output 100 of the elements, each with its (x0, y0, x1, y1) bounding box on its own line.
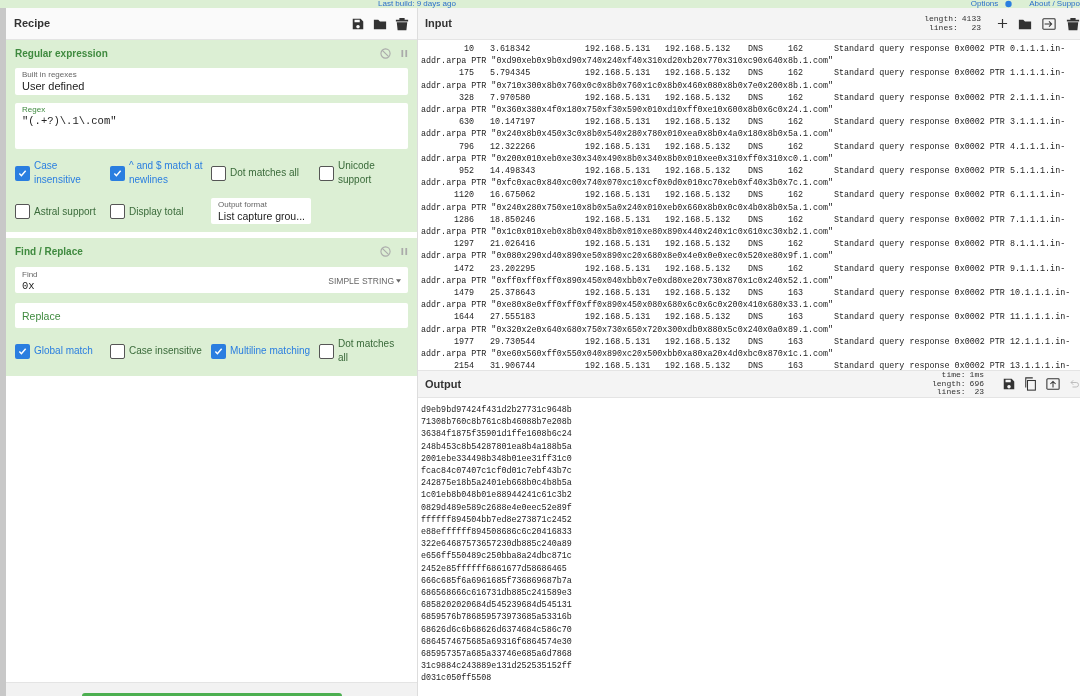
source-address: 192.168.5.131 (585, 189, 652, 202)
trash-icon[interactable] (395, 16, 409, 31)
destination-address: 192.168.5.132 (665, 360, 732, 370)
panel-title: Output (425, 376, 462, 392)
checkbox-label: Astral support (34, 204, 96, 219)
checkbox[interactable] (211, 165, 226, 181)
checkbox[interactable] (110, 343, 125, 359)
checkbox[interactable] (15, 203, 30, 219)
frame-info-continuation: addr.arpa PTR "0x360x380x4f0x180x750xf30x590x010xd10xff0xe10x600x8b0x6c0x24.1.com" (421, 104, 835, 117)
frame-number: 1297 (452, 238, 474, 251)
frame-number: 1120 (452, 189, 474, 202)
frame-info-continuation: addr.arpa PTR "0x240x8b0x450x3c0x8b0x540x280x780x010xea0x8b0x4a0x180x8b0x5a.1.com" (421, 128, 835, 141)
output-line: fcac84c07407c1cf0d01c7ebf43b7c (421, 465, 573, 478)
protocol: DNS (748, 238, 765, 251)
output-line: 685957357a685a33746e685a6d7868 (421, 648, 573, 661)
checkbox[interactable] (110, 203, 125, 219)
frame-number: 952 (457, 165, 474, 178)
source-address: 192.168.5.131 (585, 238, 652, 251)
destination-address: 192.168.5.132 (665, 165, 732, 178)
protocol: DNS (748, 189, 765, 202)
output-line: d9eb9bd97424f431d2b27731c9648b (421, 404, 573, 417)
protocol: DNS (748, 335, 765, 349)
output-format-select[interactable]: Output format List capture grou... (211, 198, 311, 224)
build-info: Last build: 9 days ago (378, 0, 456, 8)
regex-field[interactable]: Regex "(.+?)\.1\.com" (15, 103, 408, 149)
save-icon[interactable] (351, 16, 365, 31)
protocol: DNS (748, 262, 765, 275)
frame-info: Standard query response 0x0002 PTR 12.1.1.1.in- (834, 335, 1071, 349)
frame-info-continuation: addr.arpa PTR "0xff0xff0xff0x890x450x040xbb0x7e0xd80xe20x730x870x1c0x240x52.1.com" (421, 274, 835, 288)
protocol: DNS (748, 67, 765, 80)
frame-number: 175 (457, 67, 474, 80)
output-line: e656ff550489c250bba8a24dbc871c (421, 550, 573, 563)
frame-time: 12.322266 (490, 140, 537, 153)
frame-time: 23.202295 (490, 262, 537, 275)
options-link[interactable]: Options (970, 0, 999, 8)
frame-time: 14.498343 (490, 165, 537, 178)
checkbox[interactable] (319, 165, 334, 181)
destination-address: 192.168.5.132 (665, 262, 732, 275)
output-line: 6859576b786859573973685a53316b (421, 611, 573, 624)
source-address: 192.168.5.131 (585, 213, 652, 227)
checkbox[interactable] (319, 343, 334, 359)
frame-info-continuation: addr.arpa PTR "0xfc0xac0x840xc00x740x070xc10xcf0x0d0x010xc70xeb0xf40x3b0x7c.1.com" (421, 177, 834, 190)
output-line: 0829d489e589c2688e4e0eec52e89f (421, 501, 573, 514)
frame-info: Standard query response 0x0002 PTR 2.1.1.1.in- (834, 91, 1066, 104)
output-line: 666c685f6a6961685f736869687b7a (421, 574, 573, 588)
checkbox[interactable] (15, 165, 30, 181)
frame-info-continuation: addr.arpa PTR "0x240x280x750xe10x8b0x5a0x240x010xeb0x660x8b0x0c0x4b0x8b0x5a.1.com" (421, 201, 835, 214)
source-address: 192.168.5.131 (585, 311, 652, 324)
frame-number: 10 (462, 43, 474, 56)
output-line: 686568666c616731db885c241589e3 (421, 587, 573, 600)
checkbox[interactable] (110, 165, 125, 181)
checkbox-label: Dot matches all (338, 337, 396, 365)
checkbox[interactable] (211, 343, 226, 359)
built-in-regex-select[interactable]: Built in regexes User defined (15, 68, 408, 95)
trash-icon[interactable] (1066, 16, 1080, 31)
checkbox-label: Case insensitive (129, 344, 202, 358)
checkbox[interactable] (15, 343, 30, 359)
output-line: 68626d6c6b68626d6374684c586c70 (421, 623, 573, 636)
frame-number: 796 (457, 140, 474, 153)
frame-info: Standard query response 0x0002 PTR 5.1.1.1.in- (834, 165, 1066, 178)
checkbox-label: Case insensitive (34, 159, 82, 187)
mode-dropdown[interactable]: SIMPLE STRING (328, 274, 401, 288)
frame-info: Standard query response 0x0002 PTR 10.1.1.1.in- (834, 287, 1071, 300)
stat-label: lines: (929, 23, 958, 32)
destination-address: 192.168.5.132 (665, 335, 732, 349)
frame-time: 7.970580 (490, 91, 532, 104)
frame-length: 162 (788, 91, 805, 104)
protocol: DNS (748, 213, 765, 227)
frame-length: 163 (788, 360, 805, 370)
protocol: DNS (748, 360, 765, 370)
replace-field[interactable]: Replace (15, 303, 408, 328)
save-icon[interactable] (1002, 377, 1016, 391)
output-line: 2001ebe334498b348b01ee31ff31c0 (421, 452, 573, 465)
operation-title: Regular expression (15, 46, 108, 61)
source-address: 192.168.5.131 (585, 91, 652, 104)
frame-time: 10.147197 (490, 116, 537, 129)
output-line: 36384f1875f35901d1ffe1608b6c24 (421, 428, 573, 441)
frame-length: 162 (788, 140, 805, 153)
frame-info-continuation: addr.arpa PTR "0x1c0x010xeb0x8b0x040x8b0x010xe80x890x440x240x1c0x610xc30xb2.1.com" (421, 226, 834, 239)
checkbox-label: ^ and $ match at newlines (129, 159, 204, 187)
frame-length: 163 (788, 287, 805, 300)
frame-number: 630 (457, 116, 474, 129)
check-icon (214, 346, 223, 356)
frame-info-continuation: addr.arpa PTR "0xe60x560xff0x550x040x890xc20x500xbb0xa80xa20x4d0xbc0x870x1c.1.com" (421, 348, 834, 361)
checkbox-label: Display total (129, 204, 184, 219)
about-link[interactable]: About / Suppo (1029, 0, 1080, 8)
stat-value: 23 (973, 388, 984, 397)
output-line: 1c01eb8b048b01e88944241c61c3b2 (421, 489, 573, 502)
export-icon[interactable] (1046, 377, 1060, 391)
plus-icon[interactable] (997, 18, 1008, 29)
output-line: 6858202020684d545239684d545131 (421, 599, 573, 612)
panel-title: Recipe (14, 16, 51, 32)
find-field[interactable]: Find 0x SIMPLE STRING (15, 267, 408, 293)
frame-info-continuation: addr.arpa PTR "0x080x290xd40x890xe50x890xc20x680x8e0x4e0x0e0xec0x520xe80x9f.1.com" (421, 250, 835, 263)
output-line: e88effffff894508686c6c20416833 (421, 526, 573, 539)
copy-icon[interactable] (1024, 377, 1038, 391)
frame-length: 162 (788, 213, 805, 227)
protocol: DNS (748, 140, 765, 153)
destination-address: 192.168.5.132 (665, 43, 732, 56)
import-icon[interactable] (1042, 16, 1056, 31)
